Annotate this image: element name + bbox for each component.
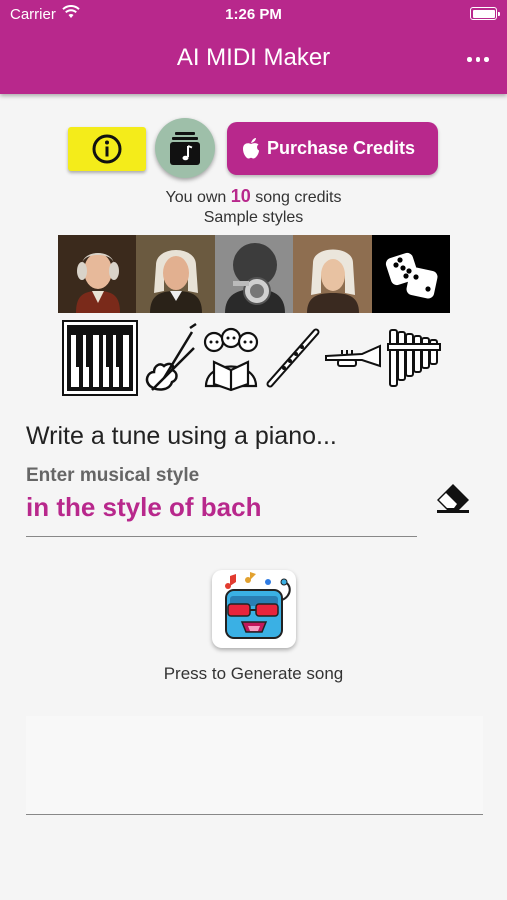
credits-prefix: You own xyxy=(165,189,227,206)
instrument-row xyxy=(62,320,442,396)
generate-song-button[interactable] xyxy=(212,570,296,648)
more-horiz-icon[interactable] xyxy=(467,48,489,70)
robot-music-icon xyxy=(225,572,291,639)
battery-icon xyxy=(470,7,500,20)
instrument-piano[interactable] xyxy=(62,320,138,396)
instrument-pan-flute[interactable] xyxy=(386,320,442,396)
style-field-label: Enter musical style xyxy=(26,465,200,486)
status-time: 1:26 PM xyxy=(225,6,282,23)
info-icon xyxy=(92,134,122,164)
status-bar: Carrier 1:26 PM xyxy=(0,0,507,28)
credits-count: 10 xyxy=(230,186,251,206)
instrument-violin[interactable] xyxy=(142,320,198,396)
credits-text: You own 10 song credits xyxy=(0,186,507,207)
instrument-trumpet[interactable] xyxy=(324,320,382,396)
pan-flute-icon xyxy=(387,329,441,387)
page-title: AI MIDI Maker xyxy=(176,44,331,71)
music-note-icon xyxy=(170,132,200,165)
generate-song-label: Press to Generate song xyxy=(163,664,344,683)
style-input-underline xyxy=(26,536,417,537)
info-button[interactable] xyxy=(68,127,146,171)
sample-styles-label: Sample styles xyxy=(203,209,304,226)
apple-icon xyxy=(243,138,259,159)
flute-icon xyxy=(266,328,320,388)
style-bach[interactable] xyxy=(136,235,215,313)
style-vivaldi[interactable] xyxy=(293,235,372,313)
violin-icon xyxy=(145,322,197,391)
purchase-credits-label: Purchase Credits xyxy=(267,138,416,158)
trumpet-icon xyxy=(325,344,381,368)
credits-suffix: song credits xyxy=(255,189,342,206)
style-input[interactable]: in the style of bach xyxy=(26,492,262,523)
instrument-choir[interactable] xyxy=(202,320,260,396)
sample-styles-row xyxy=(58,235,450,313)
output-text-area[interactable] xyxy=(26,716,483,815)
instrument-flute[interactable] xyxy=(264,320,320,396)
style-mozart[interactable] xyxy=(58,235,137,313)
my-songs-button[interactable] xyxy=(155,118,215,178)
purchase-credits-button[interactable]: Purchase Credits xyxy=(227,122,438,175)
eraser-icon[interactable] xyxy=(433,478,473,514)
style-random-dice[interactable] xyxy=(371,235,450,313)
prompt-text: Write a tune using a piano... xyxy=(26,422,337,450)
app-bar: Carrier 1:26 PM AI MIDI Maker xyxy=(0,0,507,94)
piano-icon xyxy=(62,320,138,396)
style-louis-armstrong[interactable] xyxy=(214,235,294,313)
choir-icon xyxy=(203,327,259,392)
